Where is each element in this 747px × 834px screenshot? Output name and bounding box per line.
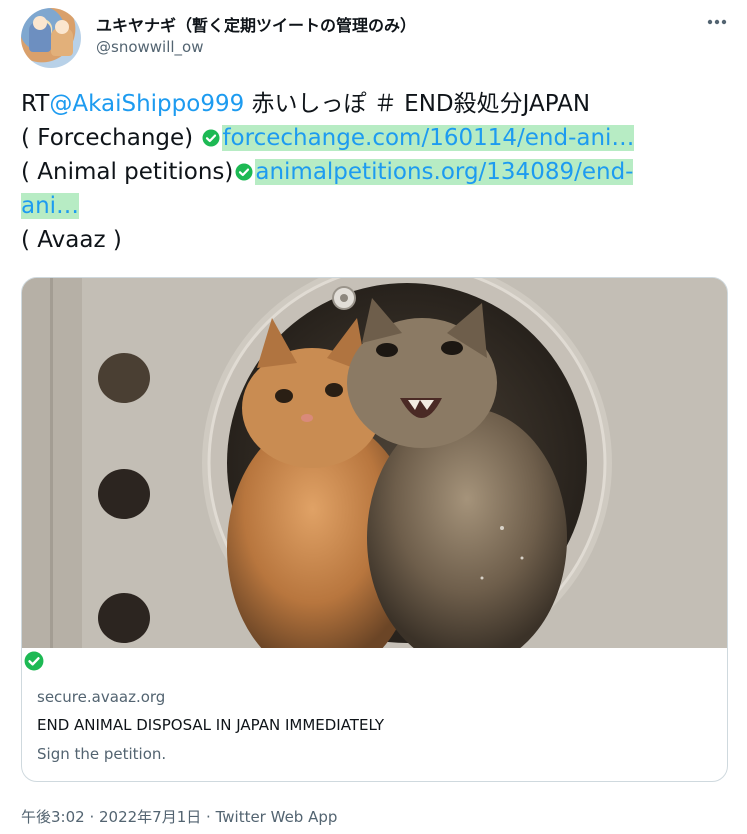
tweet-line-3: ( Animal petitions) animalpetitions.org/1… [21,155,711,189]
separator: · [201,808,216,826]
animal-petitions-link[interactable]: animalpetitions.org/134089/end- [255,159,634,185]
rt-prefix: RT [21,91,50,117]
tweet-line-4: ani… [21,189,711,223]
tweet-time-link[interactable]: 午後3:02 [21,808,85,826]
tweet-line-1-text: 赤いしっぽ ＃ END殺処分JAPAN [244,91,591,117]
card-domain: secure.avaaz.org [37,688,166,706]
kittens-photo [22,278,727,648]
green-check-icon [202,129,220,147]
author-display-name[interactable]: ユキヤナギ（暫く定期ツイートの管理のみ） [96,12,416,36]
tweet-timestamp: 午後3:02 · 2022年7月1日 · Twitter Web App [21,806,337,827]
card-meta: secure.avaaz.org END ANIMAL DISPOSAL IN … [22,648,727,781]
more-dots-icon [707,19,727,25]
avatar[interactable] [21,8,81,68]
green-check-icon [235,163,253,181]
card-description: Sign the petition. [37,745,167,763]
mention-link[interactable]: @AkaiShippo999 [49,91,244,117]
forcechange-link[interactable]: forcechange.com/160114/end-ani… [222,125,635,151]
more-options-button[interactable] [703,8,731,36]
tweet-date-link[interactable]: 2022年7月1日 [99,808,201,826]
tweet-line-5: ( Avaaz ) [21,227,122,253]
card-title: END ANIMAL DISPOSAL IN JAPAN IMMEDIATELY [37,716,384,734]
green-check-icon [24,651,44,671]
link-card[interactable]: secure.avaaz.org END ANIMAL DISPOSAL IN … [21,277,728,782]
tweet-line-2: ( Forcechange) forcechange.com/160114/en… [21,121,711,155]
tweet-text: RT@AkaiShippo999 赤いしっぽ ＃ END殺処分JAPAN ( F… [21,87,711,257]
forcechange-label: ( Forcechange) [21,125,201,151]
tweet-line-1: RT@AkaiShippo999 赤いしっぽ ＃ END殺処分JAPAN [21,87,711,121]
author-handle[interactable]: @snowwill_ow [96,38,203,56]
card-image [22,278,727,648]
animal-petitions-link-cont[interactable]: ani… [21,193,80,219]
separator: · [84,808,99,826]
animal-petitions-label: ( Animal petitions) [21,159,234,185]
tweet-source-link[interactable]: Twitter Web App [216,808,338,826]
